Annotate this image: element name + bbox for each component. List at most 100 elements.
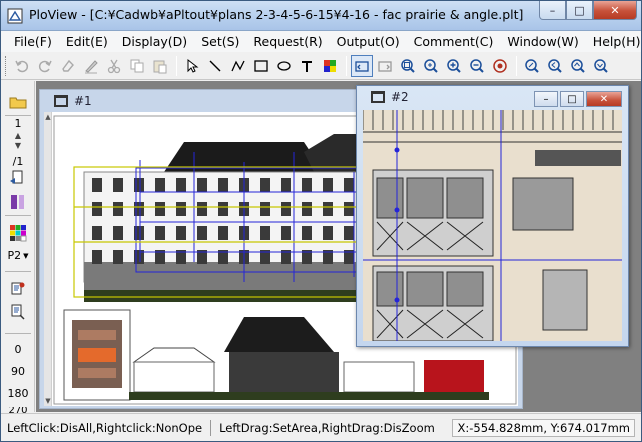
left-panel: 1 ▲ ▼ /1 P2 ▼ 0 90 180 270 bbox=[1, 81, 35, 413]
panel-separator bbox=[5, 115, 31, 116]
status-mouse-help: LeftClick:DisAll,Rightclick:NonOpe bbox=[7, 420, 203, 435]
dropdown-arrow-icon: ▼ bbox=[23, 251, 29, 260]
rotate-180-button[interactable]: 180 bbox=[1, 387, 35, 400]
menu-display[interactable]: Display(D) bbox=[115, 34, 194, 49]
close-button[interactable]: ✕ bbox=[593, 1, 637, 20]
line-tool-button[interactable] bbox=[204, 55, 226, 77]
color-tool-button[interactable] bbox=[319, 55, 341, 77]
page-down-button[interactable]: ▼ bbox=[1, 141, 35, 150]
polyline-tool-button[interactable] bbox=[227, 55, 249, 77]
zoom-previous-button[interactable] bbox=[489, 55, 511, 77]
panel-separator bbox=[5, 215, 31, 216]
zoom-all-icon bbox=[401, 58, 415, 73]
facade-window bbox=[92, 202, 102, 216]
minimize-button[interactable]: – bbox=[539, 1, 566, 20]
redo-icon bbox=[38, 60, 52, 72]
rotate-right-button[interactable] bbox=[374, 55, 396, 77]
ploview-window: PloView - [C:¥Cadwb¥aPltout¥plans 2-3-4-… bbox=[0, 0, 642, 442]
menu-window[interactable]: Window(W) bbox=[500, 34, 585, 49]
window-title: PloView - [C:¥Cadwb¥aPltout¥plans 2-3-4-… bbox=[29, 7, 524, 22]
pan-down-button[interactable] bbox=[590, 55, 612, 77]
zoom-in-icon bbox=[447, 58, 461, 73]
color-mode-dropdown[interactable]: P2 ▼ bbox=[1, 249, 35, 262]
rotate-left-button[interactable] bbox=[351, 54, 373, 77]
facade-window bbox=[344, 178, 354, 192]
layer-bars-icon bbox=[11, 195, 24, 209]
pen-button[interactable] bbox=[80, 55, 102, 77]
zoom-all-button[interactable] bbox=[397, 55, 419, 77]
facade-window bbox=[218, 178, 228, 192]
ellipse-tool-button[interactable] bbox=[273, 55, 295, 77]
drawing-window-2[interactable]: #2 – □ ✕ bbox=[356, 85, 629, 347]
cut-button[interactable] bbox=[103, 55, 125, 77]
toolbar-separator bbox=[516, 55, 517, 76]
print-setup-button[interactable] bbox=[1, 303, 35, 321]
zoom-in-button[interactable] bbox=[443, 55, 465, 77]
color-palette-button[interactable] bbox=[1, 224, 35, 242]
select-tool-button[interactable] bbox=[181, 55, 203, 77]
zoom-fit-button[interactable] bbox=[521, 55, 543, 77]
title-bar[interactable]: PloView - [C:¥Cadwb¥aPltout¥plans 2-3-4-… bbox=[1, 1, 641, 31]
menu-comment[interactable]: Comment(C) bbox=[407, 34, 501, 49]
window-2-minimize-button[interactable]: – bbox=[534, 91, 558, 107]
menu-bar: File(F) Edit(E) Display(D) Set(S) Reques… bbox=[1, 31, 641, 52]
zoom-window-button[interactable] bbox=[420, 55, 442, 77]
pan-left-button[interactable] bbox=[544, 55, 566, 77]
color-mode-label: P2 bbox=[7, 249, 22, 262]
facade-window bbox=[176, 178, 186, 192]
print-icon bbox=[11, 282, 25, 295]
facade-window bbox=[113, 226, 123, 240]
bay-window-upper bbox=[372, 169, 494, 257]
redo-button[interactable] bbox=[34, 55, 56, 77]
copy-button[interactable] bbox=[126, 55, 148, 77]
page-list-button[interactable] bbox=[1, 169, 35, 187]
pen-icon bbox=[85, 59, 98, 73]
eraser-button[interactable] bbox=[57, 55, 79, 77]
maximize-button[interactable]: □ bbox=[566, 1, 593, 20]
undo-button[interactable] bbox=[11, 55, 33, 77]
title-block bbox=[63, 309, 131, 401]
print-button[interactable] bbox=[1, 281, 35, 299]
zoom-window-icon bbox=[424, 58, 438, 73]
menu-output[interactable]: Output(O) bbox=[330, 34, 407, 49]
window-2-maximize-button[interactable]: □ bbox=[560, 91, 584, 107]
text-tool-button[interactable] bbox=[296, 55, 318, 77]
rectangle-tool-button[interactable] bbox=[250, 55, 272, 77]
facade-window bbox=[92, 178, 102, 192]
menu-help[interactable]: Help(H) bbox=[586, 34, 642, 49]
layer-button[interactable] bbox=[1, 193, 35, 211]
facade-window bbox=[344, 202, 354, 216]
facade-window bbox=[176, 202, 186, 216]
drawing-canvas-2[interactable] bbox=[363, 110, 622, 341]
open-file-button[interactable] bbox=[1, 93, 35, 111]
menu-request[interactable]: Request(R) bbox=[246, 34, 329, 49]
rotate-0-button[interactable]: 0 bbox=[1, 343, 35, 356]
facade-window bbox=[281, 178, 291, 192]
rotate-90-button[interactable]: 90 bbox=[1, 365, 35, 378]
window-2-controls: – □ ✕ bbox=[532, 91, 622, 107]
zoom-out-button[interactable] bbox=[466, 55, 488, 77]
window-2-close-button[interactable]: ✕ bbox=[586, 91, 622, 107]
facade-window bbox=[155, 178, 165, 192]
menu-set[interactable]: Set(S) bbox=[194, 34, 246, 49]
pan-up-button[interactable] bbox=[567, 55, 589, 77]
zoom-previous-icon bbox=[493, 58, 507, 73]
status-coordinates: X:-554.828mm, Y:674.017mm bbox=[452, 419, 635, 437]
zoom-out-icon bbox=[470, 58, 484, 73]
facade-window bbox=[197, 202, 207, 216]
facade-window bbox=[281, 202, 291, 216]
page-up-button[interactable]: ▲ bbox=[1, 131, 35, 140]
facade-window bbox=[218, 226, 228, 240]
facade-window bbox=[92, 250, 102, 264]
paste-button[interactable] bbox=[149, 55, 171, 77]
menu-edit[interactable]: Edit(E) bbox=[59, 34, 115, 49]
facade-window bbox=[302, 202, 312, 216]
toolbar-grip[interactable] bbox=[5, 55, 8, 76]
window-2-title: #2 bbox=[391, 90, 409, 104]
rectangle-icon bbox=[254, 59, 268, 72]
toolbar-separator bbox=[176, 55, 177, 76]
app-icon bbox=[7, 8, 23, 24]
menu-file[interactable]: File(F) bbox=[7, 34, 59, 49]
folder-icon bbox=[9, 97, 27, 109]
bay-window-lower bbox=[372, 265, 494, 341]
